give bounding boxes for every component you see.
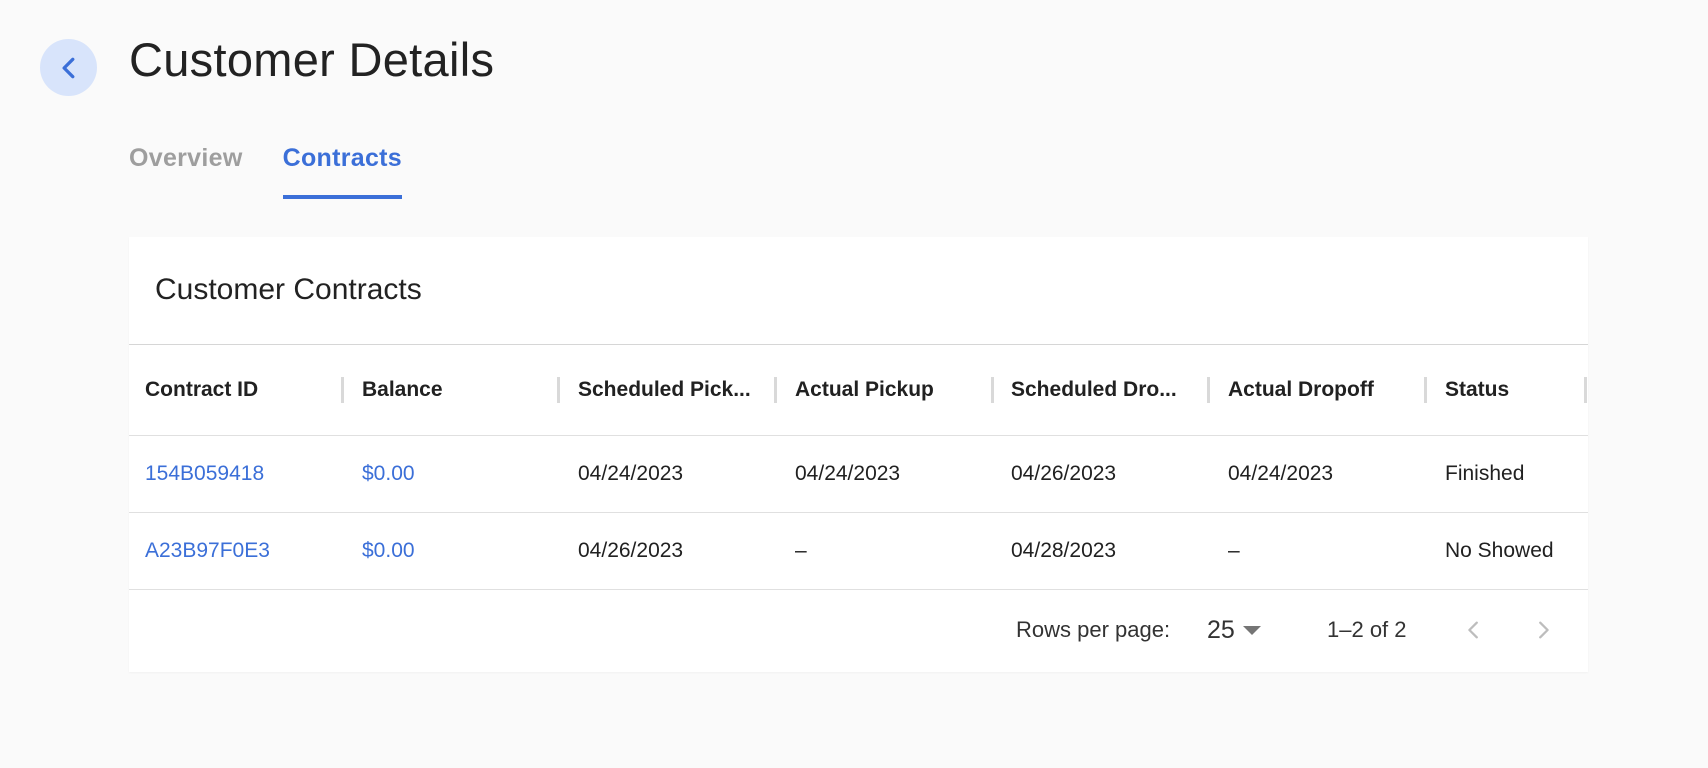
card-title: Customer Contracts xyxy=(155,273,422,306)
column-resize-handle[interactable] xyxy=(341,377,344,403)
column-header-balance[interactable]: Balance xyxy=(362,345,542,435)
table-header: Contract ID Balance Scheduled Pick... Ac… xyxy=(129,345,1588,436)
table-row[interactable]: A23B97F0E3 $0.00 04/26/2023 – 04/28/2023… xyxy=(129,513,1588,590)
contract-id-link[interactable]: 154B059418 xyxy=(145,436,264,512)
status-cell: No Showed xyxy=(1445,539,1554,562)
chevron-right-icon xyxy=(1539,621,1549,639)
column-header-contract-id[interactable]: Contract ID xyxy=(145,345,325,435)
actual-dropoff-cell: 04/24/2023 xyxy=(1228,462,1334,485)
scheduled-dropoff-cell: 04/28/2023 xyxy=(1011,539,1117,562)
balance-link[interactable]: $0.00 xyxy=(362,436,415,512)
rows-per-page-label: Rows per page: xyxy=(1016,617,1171,642)
scheduled-pickup-cell: 04/24/2023 xyxy=(578,462,684,485)
actual-pickup-cell: 04/24/2023 xyxy=(795,462,901,485)
pagination-range: 1–2 of 2 xyxy=(1327,617,1407,642)
balance-link[interactable]: $0.00 xyxy=(362,513,415,589)
scheduled-dropoff-cell: 04/26/2023 xyxy=(1011,462,1117,485)
column-resize-handle[interactable] xyxy=(557,377,560,403)
chevron-left-icon xyxy=(62,57,74,78)
rows-per-page-value: 25 xyxy=(1207,615,1235,644)
tab-contracts[interactable]: Contracts xyxy=(282,140,403,199)
rows-per-page-select[interactable]: 25 xyxy=(1207,588,1261,672)
page-header xyxy=(40,39,97,96)
column-header-scheduled-dropoff[interactable]: Scheduled Dro... xyxy=(1011,345,1201,435)
actual-dropoff-cell: – xyxy=(1228,539,1240,562)
actual-pickup-cell: – xyxy=(795,539,807,562)
page-title: Customer Details xyxy=(129,33,495,86)
tab-overview[interactable]: Overview xyxy=(129,140,243,199)
column-header-actual-pickup[interactable]: Actual Pickup xyxy=(795,345,985,435)
customer-contracts-card: Customer Contracts Contract ID Balance S… xyxy=(129,237,1588,672)
tab-bar: Overview Contracts xyxy=(129,140,442,199)
chevron-left-icon xyxy=(1468,621,1478,639)
column-resize-handle[interactable] xyxy=(1584,377,1587,403)
back-button[interactable] xyxy=(40,39,97,96)
contract-id-link[interactable]: A23B97F0E3 xyxy=(145,513,270,589)
table-row[interactable]: 154B059418 $0.00 04/24/2023 04/24/2023 0… xyxy=(129,436,1588,513)
column-header-actual-dropoff[interactable]: Actual Dropoff xyxy=(1228,345,1418,435)
column-resize-handle[interactable] xyxy=(1207,377,1210,403)
column-header-status[interactable]: Status xyxy=(1445,345,1575,435)
scheduled-pickup-cell: 04/26/2023 xyxy=(578,539,684,562)
status-cell: Finished xyxy=(1445,462,1525,485)
column-resize-handle[interactable] xyxy=(774,377,777,403)
column-header-scheduled-pickup[interactable]: Scheduled Pick... xyxy=(578,345,773,435)
caret-down-icon xyxy=(1242,625,1261,635)
previous-page-button[interactable] xyxy=(1452,608,1496,652)
column-resize-handle[interactable] xyxy=(1424,377,1427,403)
column-resize-handle[interactable] xyxy=(991,377,994,403)
table-pagination: Rows per page: 25 1–2 of 2 xyxy=(129,588,1588,672)
next-page-button[interactable] xyxy=(1521,608,1565,652)
